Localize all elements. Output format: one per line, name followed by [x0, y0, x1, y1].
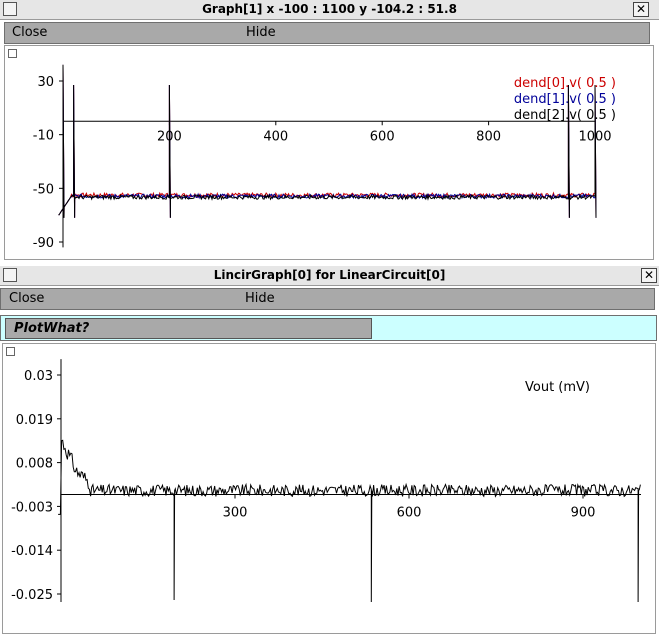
graph1-title: Graph[1] x -100 : 1100 y -104.2 : 51.8: [202, 2, 457, 16]
legend-entry: dend[0].v( 0.5 ): [514, 76, 616, 91]
window-close-icon[interactable]: ✕: [633, 2, 649, 17]
y-tick-label: -0.014: [11, 544, 53, 559]
x-tick-label: 600: [370, 129, 395, 144]
close-button[interactable]: Close: [9, 291, 44, 306]
hide-button[interactable]: Hide: [245, 291, 275, 306]
graph1-titlebar[interactable]: Graph[1] x -100 : 1100 y -104.2 : 51.8 ✕: [0, 0, 659, 20]
y-tick-label: -90: [33, 236, 54, 251]
graph1-menubar: Close Hide: [4, 22, 650, 44]
graph2-title: LincirGraph[0] for LinearCircuit[0]: [213, 268, 446, 282]
close-button[interactable]: Close: [12, 25, 47, 40]
window-close-icon[interactable]: ✕: [641, 268, 657, 283]
trace-label: Vout (mV): [525, 380, 590, 395]
x-tick-label: 800: [476, 129, 501, 144]
legend-entry: dend[1].v( 0.5 ): [514, 92, 616, 107]
y-tick-label: 30: [37, 75, 54, 90]
legend-entry: dend[2].v( 0.5 ): [514, 108, 616, 123]
x-tick-label: 400: [263, 129, 288, 144]
y-tick-label: 0.008: [16, 457, 53, 472]
y-tick-label: -50: [33, 182, 54, 197]
graph2-menubar: Close Hide: [0, 288, 655, 310]
graph2-titlebar[interactable]: LincirGraph[0] for LinearCircuit[0] ✕: [0, 266, 659, 286]
y-tick-label: -0.025: [11, 588, 53, 603]
y-tick-label: -0.003: [11, 500, 53, 515]
y-tick-label: 0.019: [16, 413, 53, 428]
plotwhat-button[interactable]: PlotWhat?: [5, 318, 372, 339]
y-tick-label: -10: [33, 129, 54, 144]
trace-line: [58, 439, 641, 603]
graph2-plot: 0.03 0.019 0.008 -0.003 -0.014 -0.025 300 600 90…: [11, 359, 641, 603]
x-tick-label: 300: [223, 505, 248, 520]
graph1-plot: 30 -10 -50 -90 200 400 600 800 1000 dend[0].v( 0.…: [33, 64, 616, 251]
plotwhat-bar: PlotWhat?: [0, 315, 657, 341]
hide-button[interactable]: Hide: [246, 25, 276, 40]
y-tick-label: 0.03: [24, 369, 53, 384]
graph1-canvas[interactable]: 30 -10 -50 -90 200 400 600 800 1000 dend[0].v( 0.…: [4, 45, 654, 260]
x-tick-label: 1000: [578, 129, 611, 144]
graph2-canvas[interactable]: 0.03 0.019 0.008 -0.003 -0.014 -0.025 300 600 90…: [2, 343, 656, 634]
x-tick-label: 600: [397, 505, 422, 520]
x-tick-label: 900: [571, 505, 596, 520]
x-tick-label: 200: [157, 129, 182, 144]
